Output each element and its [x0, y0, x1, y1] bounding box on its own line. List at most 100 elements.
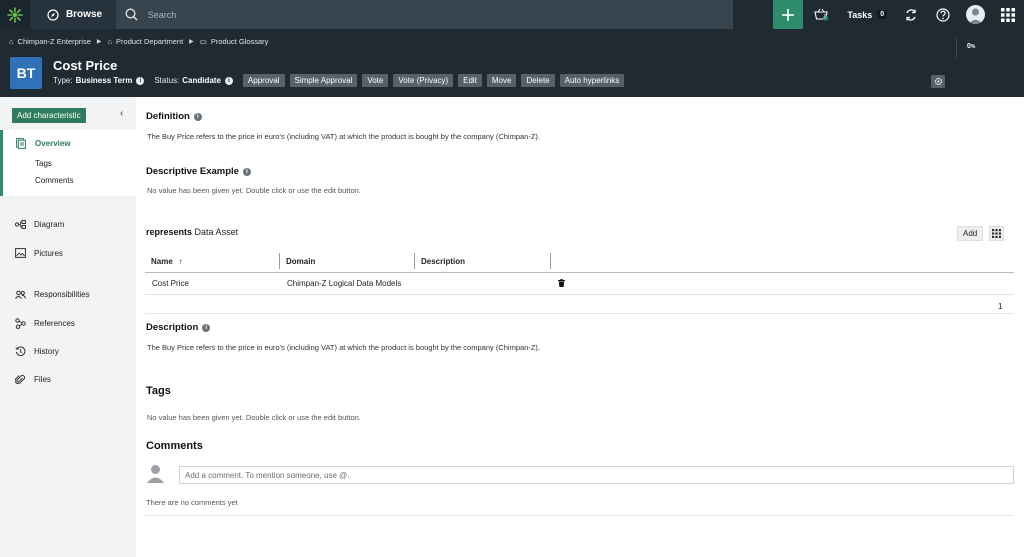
vote-button[interactable]: Vote: [362, 74, 389, 87]
breadcrumb-item-community[interactable]: Chimpan-Z Enterprise: [18, 37, 91, 46]
relation-section-title: represents Data Asset: [146, 227, 238, 237]
column-header-label: Name: [151, 256, 173, 266]
settings-button[interactable]: [931, 75, 945, 88]
description-section-title: Description i: [146, 322, 211, 333]
description-value[interactable]: The Buy Price refers to the price in eur…: [147, 343, 540, 352]
asset-header: ⌂ Chimpan-Z Enterprise ▶ ⌂ Product Depar…: [0, 29, 1024, 97]
relations-table: Name ↑ Domain Description Cost Price Chi…: [145, 250, 1014, 295]
simple-approval-button[interactable]: Simple Approval: [289, 74, 358, 87]
paperclip-icon: [14, 374, 26, 385]
pagination-page[interactable]: 1: [998, 302, 1002, 311]
breadcrumb-item-department[interactable]: Product Department: [116, 37, 183, 46]
cell-domain[interactable]: Chimpan-Z Logical Data Models: [280, 279, 415, 288]
breadcrumb-item-glossary[interactable]: Product Glossary: [211, 37, 269, 46]
move-button[interactable]: Move: [486, 74, 517, 87]
tasks-button[interactable]: Tasks 0: [839, 0, 895, 29]
chevron-right-icon: ▶: [96, 39, 102, 45]
main-content: Definition i The Buy Price refers to the…: [136, 97, 1024, 557]
add-characteristic-button[interactable]: Add characteristic: [12, 108, 86, 123]
info-icon[interactable]: i: [242, 167, 251, 176]
definition-title: Definition: [146, 111, 190, 122]
sidebar-item-label: Files: [34, 375, 51, 384]
vote-privacy-button[interactable]: Vote (Privacy): [393, 74, 454, 87]
info-icon[interactable]: i: [136, 76, 145, 85]
example-value[interactable]: No value has been given yet. Double clic…: [147, 186, 361, 195]
sidebar-item-tags[interactable]: Tags: [35, 159, 52, 168]
search-bar[interactable]: [115, 0, 733, 29]
example-section-title: Descriptive Example i: [146, 166, 251, 177]
status-value: Candidate: [182, 76, 221, 85]
column-header-label: Description: [421, 256, 466, 266]
create-button[interactable]: [772, 0, 804, 29]
comments-section-title: Comments: [146, 440, 203, 452]
plus-icon: [781, 8, 794, 21]
commenter-avatar: [147, 464, 164, 485]
overview-group: Overview Tags Comments: [0, 130, 136, 196]
grid-icon: [992, 229, 1001, 238]
table-row[interactable]: Cost Price Chimpan-Z Logical Data Models: [145, 273, 1014, 295]
collapse-sidebar-icon[interactable]: ‹: [120, 108, 123, 119]
approval-button[interactable]: Approval: [242, 74, 285, 87]
auto-hyperlinks-button[interactable]: Auto hyperlinks: [559, 74, 625, 87]
sidebar-item-diagram[interactable]: Diagram: [14, 220, 64, 229]
comment-input[interactable]: [179, 466, 1014, 484]
user-icon: [147, 465, 164, 483]
edit-button[interactable]: Edit: [458, 74, 482, 87]
overview-icon: [15, 138, 27, 149]
column-header-name[interactable]: Name ↑: [145, 253, 280, 269]
sidebar-item-references[interactable]: References: [14, 318, 75, 329]
info-icon[interactable]: i: [224, 76, 233, 85]
tags-title: Tags: [146, 385, 171, 397]
sidebar-item-files[interactable]: Files: [14, 374, 51, 385]
diagram-icon: [14, 220, 26, 229]
info-icon[interactable]: i: [193, 112, 202, 121]
info-icon[interactable]: i: [202, 323, 211, 332]
sidebar-item-label: Overview: [35, 139, 71, 148]
completeness-indicator[interactable]: 0%: [956, 37, 1024, 59]
help-button[interactable]: [927, 0, 959, 29]
sidebar-item-label: Pictures: [34, 248, 63, 258]
completeness-unit: %: [970, 44, 976, 50]
sidebar-item-responsibilities[interactable]: Responsibilities: [14, 290, 90, 299]
divider: [145, 313, 1014, 314]
example-title: Descriptive Example: [146, 166, 239, 177]
basket-icon: [814, 8, 828, 21]
chevron-right-icon: ▶: [189, 39, 194, 45]
basket-count: 1: [823, 14, 827, 20]
add-relation-button[interactable]: Add: [957, 226, 984, 241]
tasks-count-badge: 0: [877, 10, 888, 19]
tasks-label: Tasks: [847, 9, 873, 20]
sidebar-item-history[interactable]: History: [14, 346, 59, 357]
apps-menu-button[interactable]: [991, 0, 1024, 29]
sidebar-item-overview[interactable]: Overview: [15, 138, 71, 149]
type-label: Type:: [53, 76, 73, 85]
app-logo[interactable]: [0, 0, 30, 29]
cell-name[interactable]: Cost Price: [145, 279, 280, 288]
sidebar-item-label: History: [34, 347, 59, 356]
sidebar: Add characteristic ‹ Overview Tags Comme…: [0, 97, 136, 557]
status-label: Status:: [154, 76, 180, 85]
asset-type-badge: BT: [10, 57, 42, 89]
sidebar-item-comments[interactable]: Comments: [35, 176, 74, 185]
table-view-button[interactable]: [989, 226, 1004, 241]
column-header-domain[interactable]: Domain: [280, 253, 415, 269]
column-header-description[interactable]: Description: [415, 253, 551, 269]
search-icon: [116, 8, 148, 21]
browse-button[interactable]: Browse: [29, 0, 116, 29]
user-avatar-button[interactable]: [959, 0, 991, 29]
data-basket-button[interactable]: 1: [803, 0, 839, 29]
delete-button[interactable]: Delete: [521, 74, 555, 87]
tags-value[interactable]: No value has been given yet. Double clic…: [147, 413, 361, 422]
tags-section-title: Tags: [146, 385, 171, 397]
type-value: Business Term: [75, 76, 133, 85]
description-title: Description: [146, 322, 199, 333]
delete-row-button[interactable]: [551, 278, 565, 289]
sync-button[interactable]: [895, 0, 927, 29]
sidebar-item-label: References: [34, 319, 75, 328]
sidebar-item-pictures[interactable]: Pictures: [14, 248, 63, 258]
action-buttons: Approval Simple Approval Vote Vote (Priv…: [242, 74, 625, 87]
definition-value[interactable]: The Buy Price refers to the price in eur…: [147, 132, 540, 141]
help-icon: [936, 7, 950, 22]
search-input[interactable]: [147, 9, 733, 20]
